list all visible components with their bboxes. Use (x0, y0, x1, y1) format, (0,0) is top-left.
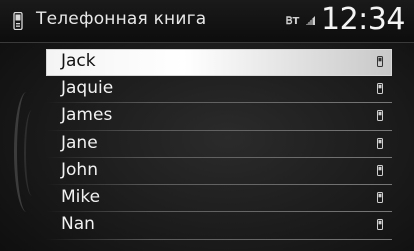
phone-number-icon (377, 137, 383, 149)
phone-number-icon (377, 83, 383, 94)
phone-number-icon (377, 192, 383, 204)
contact-row-john[interactable]: John (46, 158, 392, 186)
contact-row-mike[interactable]: Mike (46, 185, 392, 213)
svg-text:ᏴT: ᏴT (286, 15, 300, 27)
contact-row-jane[interactable]: Jane (46, 131, 392, 159)
contact-name: Jane (61, 132, 98, 153)
contact-name: James (61, 105, 113, 126)
header-bar: Телефонная книга ᏴT 12:34 (0, 0, 414, 43)
phone-number-icon (377, 110, 383, 122)
contact-list: Jack Jaquie James Jane John Mike Nan (46, 49, 392, 241)
contact-name: Nan (61, 214, 95, 235)
contact-name: Mike (61, 187, 101, 208)
contact-name: John (61, 159, 98, 180)
clock: 12:34 (321, 2, 405, 37)
phone-number-icon (377, 164, 383, 176)
bluetooth-status-icon: ᏴT (286, 15, 315, 27)
phone-icon (13, 12, 23, 30)
phone-number-icon (377, 56, 383, 67)
contact-row-james[interactable]: James (46, 103, 392, 131)
phone-number-icon (377, 219, 383, 231)
phonebook-screen: Телефонная книга ᏴT 12:34 Jack Jaquie Ja… (0, 0, 414, 251)
contact-row-nan[interactable]: Nan (46, 212, 392, 241)
contact-row-jaquie[interactable]: Jaquie (46, 76, 392, 104)
page-title: Телефонная книга (36, 9, 207, 29)
contact-row-jack[interactable]: Jack (46, 49, 392, 76)
decorative-arc-inner (24, 110, 40, 196)
contact-name: Jack (61, 51, 96, 71)
contact-name: Jaquie (61, 78, 114, 98)
